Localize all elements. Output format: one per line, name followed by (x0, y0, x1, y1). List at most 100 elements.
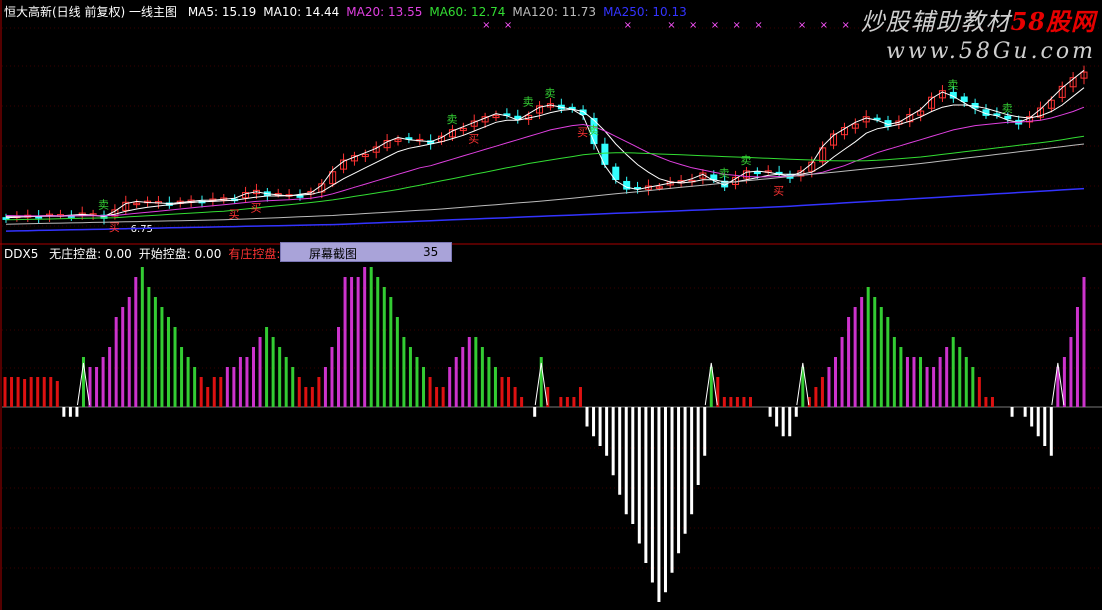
ddx-bar (650, 407, 654, 583)
ddx-bar (1036, 407, 1040, 437)
ddx-bar (408, 347, 412, 407)
cross-mark: × (711, 20, 719, 31)
ddx-bar (677, 407, 681, 554)
ddx-bar (435, 387, 439, 407)
ddx-bar (905, 357, 909, 407)
cross-mark: × (504, 20, 512, 31)
ddx-bar (350, 277, 354, 407)
stock-chart: 6.75 卖买买 买买卖卖买卖卖卖卖买卖卖 × × × × × × × × × × × (0, 0, 1102, 610)
ddx-bar (480, 347, 484, 407)
ddx-bar (729, 397, 733, 407)
watermark-url: www.58Gu.com (885, 39, 1096, 64)
watermark-brand: 58股网 (1010, 7, 1096, 36)
ddx-bar (820, 377, 824, 407)
buy-signal: 买 (577, 126, 588, 139)
ddx-bar (670, 407, 674, 573)
ddx-bar (1043, 407, 1047, 446)
ddx-bar (75, 407, 79, 417)
ddx-bar (768, 407, 772, 417)
cross-markers: × × × × × × × × × × × (482, 20, 850, 31)
ddx-bar (834, 357, 838, 407)
sell-signal: 卖 (740, 154, 751, 167)
chart-title: 恒大高新(日线 前复权) 一线主图 (4, 5, 177, 19)
ddx-bar (29, 377, 33, 407)
sell-signal: 卖 (588, 124, 599, 137)
ddx-bars[interactable] (2, 267, 1102, 602)
ddx-bar (696, 407, 700, 485)
ddx-bar (827, 367, 831, 407)
low-price-label: 6.75 (131, 224, 153, 235)
watermark-text: 炒股辅助教材 (860, 8, 1011, 36)
buy-signal: 买 (109, 221, 120, 234)
ddx-bar (886, 317, 890, 407)
ddx-bar (683, 407, 687, 534)
ddx-bar (932, 367, 936, 407)
ddx-bar (644, 407, 648, 563)
ddx-legend-item: 无庄控盘: 0.00 (49, 247, 132, 261)
ddx-bar (794, 407, 798, 417)
ddx-bar (624, 407, 628, 515)
ddx-bar (454, 357, 458, 407)
ddx-bar (356, 277, 360, 407)
ma-line-ma60 (5, 135, 1085, 221)
ddx-bar (572, 397, 576, 407)
ddx-bar (415, 357, 419, 407)
ddx-bar (977, 377, 981, 407)
ddx-bar (964, 357, 968, 407)
ddx-bar (140, 267, 144, 407)
ddx-bar (68, 407, 72, 417)
ddx-bar (631, 407, 635, 524)
ddx-bar (147, 287, 151, 407)
ddx-bar (186, 357, 190, 407)
ddx-bar (984, 397, 988, 407)
trade-signals: 卖买买 买买卖卖买卖卖卖卖买卖卖 (98, 78, 1013, 234)
ddx-bar (1082, 277, 1086, 407)
ddx-bar (493, 367, 497, 407)
ddx-bar (395, 317, 399, 407)
ddx-bar (36, 377, 40, 407)
candle-body (296, 195, 304, 198)
ddx-bar (592, 407, 596, 437)
ddx-bar (814, 387, 818, 407)
ddx-bar (951, 337, 955, 407)
ma-line-ma20 (5, 106, 1085, 217)
ddx-bar (735, 397, 739, 407)
ddx-bar (297, 377, 301, 407)
ma-legend-item: MA250: 10.13 (603, 5, 687, 19)
ma-legend-item: MA10: 14.44 (263, 5, 340, 19)
ddx-bar (278, 347, 282, 407)
ddx-bar (513, 387, 517, 407)
ddx-bar (153, 297, 157, 407)
ddx-bar (441, 387, 445, 407)
ddx-bar (722, 397, 726, 407)
cross-mark: × (820, 20, 828, 31)
ddx-bar (219, 377, 223, 407)
ddx-bar (840, 337, 844, 407)
ddx-bar (1075, 307, 1079, 407)
ddx-bar (742, 397, 746, 407)
ddx-bar (860, 297, 864, 407)
ddx-bar (912, 357, 916, 407)
ddx-bar (382, 287, 386, 407)
cross-mark: × (733, 20, 741, 31)
ddx-bar (3, 377, 7, 407)
candle-body (960, 96, 968, 103)
ddx-bar (114, 317, 118, 407)
screenshot-tooltip[interactable]: 屏幕截图 35 (280, 242, 452, 262)
ddx-bar (565, 397, 569, 407)
ma-legend-item: MA120: 11.73 (512, 5, 597, 19)
cross-mark: × (798, 20, 806, 31)
ddx-bar (323, 367, 327, 407)
sell-signal: 卖 (523, 96, 534, 109)
ddx-bar (55, 381, 59, 407)
ddx-bar (919, 357, 923, 407)
ddx-legend-item: 开始控盘: 0.00 (138, 247, 222, 261)
ddx-bar (108, 347, 112, 407)
ddx-bar (134, 277, 138, 407)
ddx-bar (225, 367, 229, 407)
ddx-bar (781, 407, 785, 437)
ddx-bar (958, 347, 962, 407)
ddx-bar (337, 327, 341, 407)
ddx-bar (422, 367, 426, 407)
ddx-bar (892, 337, 896, 407)
